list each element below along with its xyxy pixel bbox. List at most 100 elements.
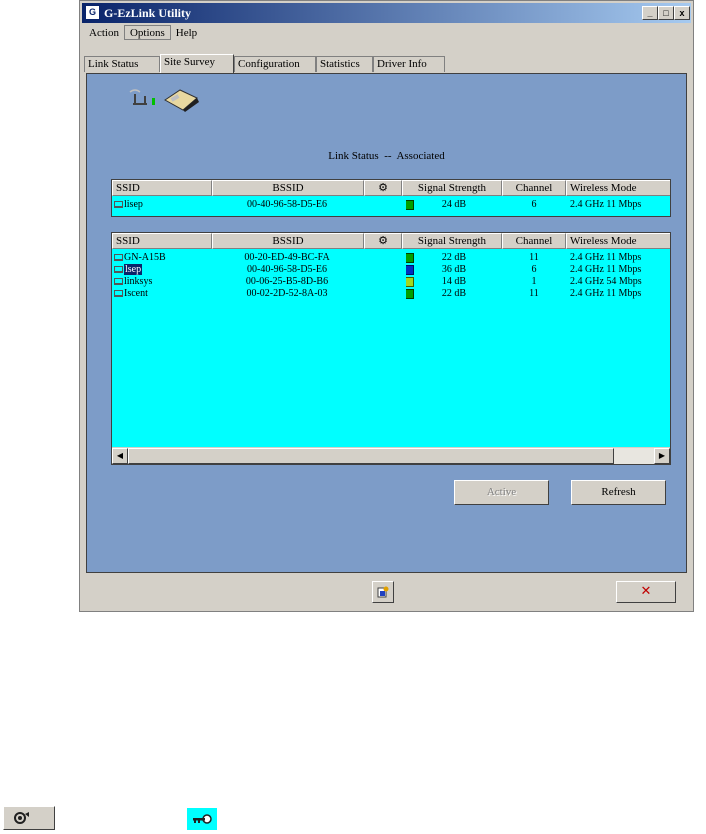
bssid-cell: 00-40-96-58-D5-E6 [247,199,327,210]
mode-cell: 2.4 GHz 11 Mbps [570,199,642,210]
network-row[interactable]: GN-A15B 00-20-ED-49-BC-FA 22 dB 11 2.4 GHz 1… [112,252,670,264]
ssid-cell: GN-A15B [114,252,209,264]
access-point-icon [114,290,123,297]
signal-value: 14 dB [441,276,467,287]
window-title: G-EzLink Utility [104,6,192,20]
menu-options[interactable]: Options [123,25,171,40]
signal-value: 36 dB [441,264,467,275]
tab-driver-info[interactable]: Driver Info [373,56,445,72]
close-button[interactable]: x [674,6,690,20]
channel-cell: 11 [529,288,539,299]
wireless-card-icon [164,89,199,112]
signal-cell: 36 dB [406,264,502,276]
security-icon [14,812,29,824]
ssid-cell: lisep [114,199,209,211]
active-button[interactable]: Active [454,480,549,505]
scroll-right-button[interactable]: ▶ [654,448,670,464]
col-bssid[interactable]: BSSID [212,233,364,249]
col-ssid[interactable]: SSID [112,233,212,249]
link-status-label: Link Status [328,150,379,162]
security-icon: ⚙ [378,182,388,194]
col-security[interactable]: ⚙ [364,233,402,249]
signal-icon [406,253,414,263]
menu-help[interactable]: Help [171,26,202,39]
utility-window: G G-EzLink Utility _ □ x Action Options He… [79,0,694,612]
mode-cell: 2.4 GHz 11 Mbps [570,252,642,263]
channel-cell: 1 [531,276,537,287]
ssid-label: GN-A15B [124,252,166,263]
help-icon [377,586,389,598]
security-legend-button [3,806,55,830]
col-bssid[interactable]: BSSID [212,180,364,196]
link-status-value: Associated [396,150,445,162]
col-channel[interactable]: Channel [502,233,566,249]
col-mode[interactable]: Wireless Mode [566,233,670,249]
ssid-cell: linksys [114,276,209,288]
horizontal-scrollbar[interactable]: ◀ ▶ [112,447,670,464]
ssid-label: Iscent [124,288,148,299]
maximize-button[interactable]: □ [658,6,674,20]
col-mode[interactable]: Wireless Mode [566,180,670,196]
access-point-icon [114,278,123,285]
bssid-cell: 00-02-2D-52-8A-03 [246,288,328,299]
tab-link-status[interactable]: Link Status [84,56,160,72]
signal-icon [406,265,414,275]
available-list-header: SSID BSSID ⚙ Signal Strength Channel Wir… [112,233,670,249]
channel-cell: 6 [531,199,537,210]
signal-value: 22 dB [441,252,467,263]
available-network-list[interactable]: SSID BSSID ⚙ Signal Strength Channel Wir… [111,232,671,465]
bssid-cell: 00-20-ED-49-BC-FA [244,252,330,263]
col-signal[interactable]: Signal Strength [402,233,502,249]
col-ssid[interactable]: SSID [112,180,212,196]
status-icons [125,84,205,117]
col-channel[interactable]: Channel [502,180,566,196]
mode-cell: 2.4 GHz 54 Mbps [570,276,642,287]
signal-cell: 24 dB [406,199,502,211]
help-button[interactable] [372,581,394,603]
security-icon: ⚙ [378,235,388,247]
signal-icon [406,200,414,210]
tab-statistics[interactable]: Statistics [316,56,373,72]
exit-button[interactable]: ✕ [616,581,676,603]
connected-list-header: SSID BSSID ⚙ Signal Strength Channel Wir… [112,180,670,196]
access-point-icon [114,266,123,273]
channel-cell: 6 [531,264,537,275]
site-survey-panel: Link Status -- Associated SSID BSSID ⚙ S… [86,73,687,573]
col-signal[interactable]: Signal Strength [402,180,502,196]
key-legend [187,808,217,830]
menu-action[interactable]: Action [84,26,124,39]
access-point-icon [114,254,123,261]
signal-icon [406,289,414,299]
ssid-cell: lsep [114,264,209,276]
network-row[interactable]: Iscent 00-02-2D-52-8A-03 22 dB 11 2.4 GHz 11… [112,288,670,300]
scroll-thumb[interactable] [128,448,614,464]
mode-cell: 2.4 GHz 11 Mbps [570,264,642,275]
signal-icon [406,277,414,287]
signal-value: 24 dB [441,199,467,210]
ssid-cell: Iscent [114,288,209,300]
tab-site-survey[interactable]: Site Survey [160,54,234,73]
ssid-label: lsep [124,264,143,275]
network-row[interactable]: lsep 00-40-96-58-D5-E6 36 dB 6 2.4 GHz 11 Mb… [112,264,670,276]
title-bar[interactable]: G G-EzLink Utility _ □ x [82,3,691,23]
col-security[interactable]: ⚙ [364,180,402,196]
link-status-separator: -- [384,150,392,162]
refresh-button[interactable]: Refresh [571,480,666,505]
key-icon [193,814,212,824]
connected-network-list[interactable]: SSID BSSID ⚙ Signal Strength Channel Wir… [111,179,671,217]
scroll-left-button[interactable]: ◀ [112,448,128,464]
bssid-cell: 00-40-96-58-D5-E6 [247,264,327,275]
channel-cell: 11 [529,252,539,263]
bssid-cell: 00-06-25-B5-8D-B6 [245,276,329,287]
network-row[interactable]: lisep 00-40-96-58-D5-E6 24 dB 6 2.4 GHz 11 M… [112,199,670,211]
bottom-bar: ✕ [80,575,693,611]
link-status-line: Link Status -- Associated [87,150,686,162]
signal-cell: 22 dB [406,252,502,264]
antenna-icon [129,89,155,105]
menu-bar: Action Options Help [84,25,202,43]
tab-configuration[interactable]: Configuration [234,56,316,72]
network-row[interactable]: linksys 00-06-25-B5-8D-B6 14 dB 1 2.4 GHz 54… [112,276,670,288]
ssid-label: lisep [124,199,143,210]
signal-cell: 14 dB [406,276,502,288]
minimize-button[interactable]: _ [642,6,658,20]
